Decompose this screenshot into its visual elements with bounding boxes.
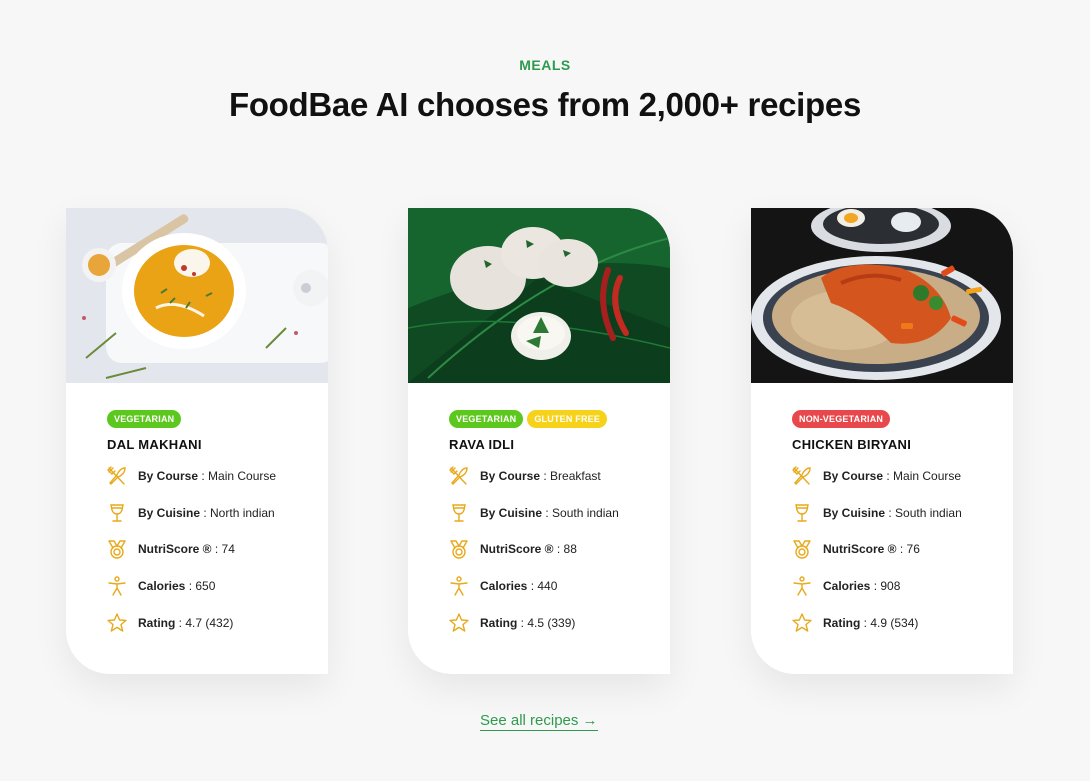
info-row-rating: Rating : 4.9 (534) [791, 611, 918, 635]
recipe-card[interactable]: VEGETARIAN DAL MAKHANI By Course : Main … [66, 208, 328, 674]
person-icon [106, 575, 128, 597]
recipe-card[interactable]: VEGETARIAN GLUTEN FREE RAVA IDLI By Cour… [408, 208, 670, 674]
info-value: : 650 [185, 579, 216, 593]
info-value: : North indian [200, 506, 275, 520]
wine-glass-icon [791, 502, 813, 524]
recipe-title[interactable]: DAL MAKHANI [107, 437, 202, 452]
info-value: : Breakfast [540, 469, 601, 483]
star-icon [791, 612, 813, 634]
info-label: NutriScore ® [138, 542, 212, 556]
info-label: Calories [138, 579, 186, 593]
info-label: NutriScore ® [480, 542, 554, 556]
tag-non-vegetarian: NON-VEGETARIAN [792, 410, 891, 428]
fork-knife-icon [791, 465, 813, 487]
rava-idli-photo [408, 208, 670, 383]
info-row-rating: Rating : 4.7 (432) [106, 611, 233, 635]
fork-knife-icon [106, 465, 128, 487]
info-row-nutriscore: NutriScore ® : 74 [106, 537, 235, 561]
wine-glass-icon [106, 502, 128, 524]
info-value: : Main Course [198, 469, 277, 483]
info-row-calories: Calories : 908 [791, 574, 900, 598]
info-label: Rating [138, 616, 176, 630]
info-row-cuisine: By Cuisine : South indian [791, 501, 962, 525]
info-row-rating: Rating : 4.5 (339) [448, 611, 575, 635]
star-icon [106, 612, 128, 634]
info-row-calories: Calories : 650 [106, 574, 215, 598]
info-label: By Course [138, 469, 199, 483]
recipe-title[interactable]: RAVA IDLI [449, 437, 514, 452]
info-label: By Cuisine [480, 506, 543, 520]
info-label: By Course [480, 469, 541, 483]
tag-vegetarian: VEGETARIAN [107, 410, 182, 428]
info-value: : 74 [211, 542, 235, 556]
recipe-title[interactable]: CHICKEN BIRYANI [792, 437, 911, 452]
info-label: Calories [480, 579, 528, 593]
info-label: Calories [823, 579, 871, 593]
tag-list: NON-VEGETARIAN [792, 410, 891, 428]
star-icon [448, 612, 470, 634]
see-all-recipes-link[interactable]: See all recipes → [480, 712, 598, 731]
tag-list: VEGETARIAN [107, 410, 182, 428]
person-icon [448, 575, 470, 597]
info-label: By Cuisine [138, 506, 201, 520]
info-value: : 76 [896, 542, 920, 556]
wine-glass-icon [448, 502, 470, 524]
info-row-calories: Calories : 440 [448, 574, 557, 598]
info-value: : 4.7 (432) [175, 616, 234, 630]
info-value: : 440 [527, 579, 558, 593]
tag-gluten-free: GLUTEN FREE [527, 410, 608, 428]
info-row-cuisine: By Cuisine : North indian [106, 501, 275, 525]
info-row-course: By Course : Breakfast [448, 464, 601, 488]
info-label: Rating [823, 616, 861, 630]
dal-makhani-photo [66, 208, 328, 383]
info-value: : Main Course [883, 469, 962, 483]
chicken-biryani-photo [751, 208, 1013, 383]
info-value: : 4.9 (534) [860, 616, 919, 630]
info-value: : South indian [885, 506, 962, 520]
info-row-course: By Course : Main Course [106, 464, 276, 488]
medal-icon [448, 538, 470, 560]
info-value: : 4.5 (339) [517, 616, 576, 630]
info-row-cuisine: By Cuisine : South indian [448, 501, 619, 525]
info-row-nutriscore: NutriScore ® : 88 [448, 537, 577, 561]
info-label: NutriScore ® [823, 542, 897, 556]
recipe-card[interactable]: NON-VEGETARIAN CHICKEN BIRYANI By Course… [751, 208, 1013, 674]
section-eyebrow: MEALS [519, 57, 571, 73]
section-heading: FoodBae AI chooses from 2,000+ recipes [228, 86, 862, 123]
info-value: : 908 [870, 579, 901, 593]
info-label: By Cuisine [823, 506, 886, 520]
medal-icon [106, 538, 128, 560]
info-label: Rating [480, 616, 518, 630]
info-value: : 88 [553, 542, 577, 556]
tag-vegetarian: VEGETARIAN [449, 410, 524, 428]
person-icon [791, 575, 813, 597]
medal-icon [791, 538, 813, 560]
info-value: : South indian [542, 506, 619, 520]
info-label: By Course [823, 469, 884, 483]
info-row-nutriscore: NutriScore ® : 76 [791, 537, 920, 561]
fork-knife-icon [448, 465, 470, 487]
info-row-course: By Course : Main Course [791, 464, 961, 488]
tag-list: VEGETARIAN GLUTEN FREE [449, 410, 608, 428]
